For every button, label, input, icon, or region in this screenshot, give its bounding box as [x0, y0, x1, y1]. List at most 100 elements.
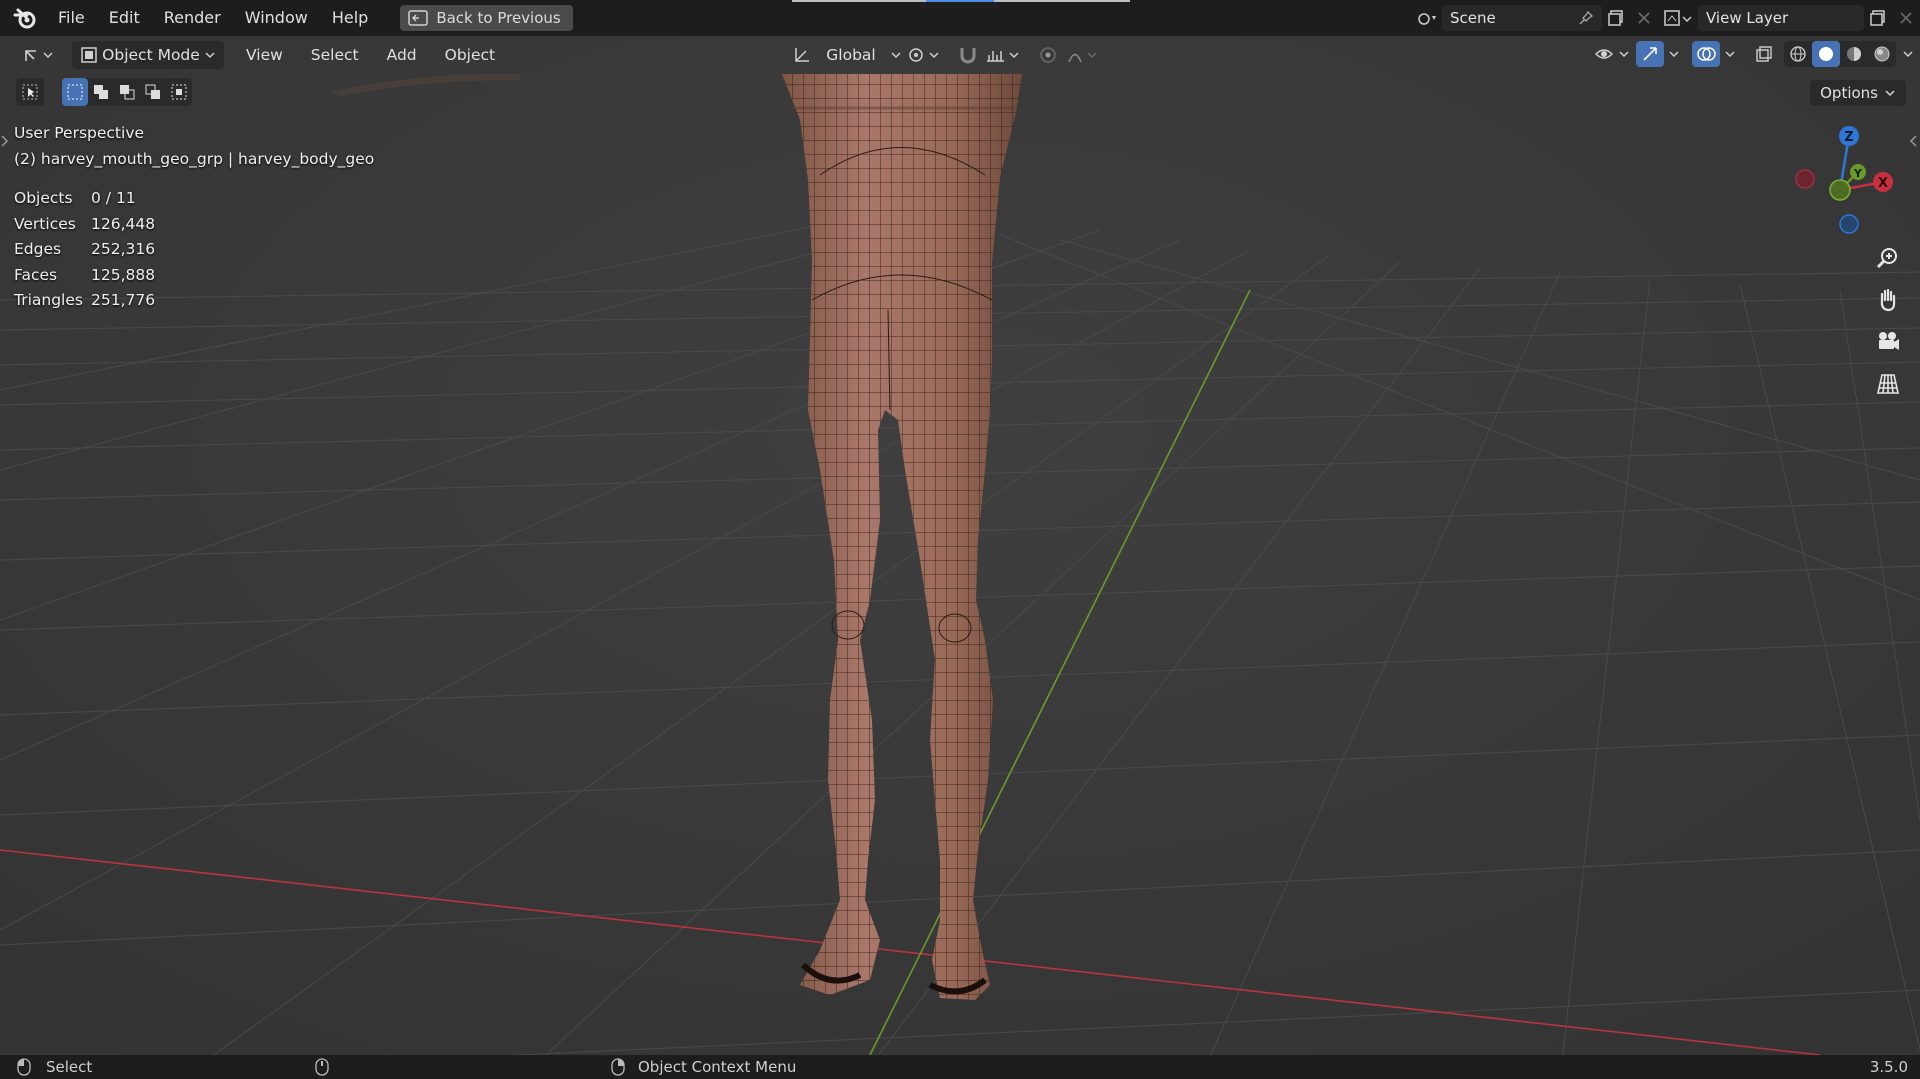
- mouse-middle-icon: [315, 1058, 329, 1076]
- viewport-info: User Perspective (2) harvey_mouth_geo_gr…: [14, 120, 374, 172]
- delete-view-layer-icon[interactable]: [1892, 5, 1920, 31]
- perspective-label: User Perspective: [14, 124, 145, 142]
- selection-mode-group: [62, 78, 192, 106]
- options-dropdown[interactable]: Options: [1810, 80, 1906, 106]
- visibility-icon[interactable]: [1592, 41, 1636, 67]
- mode-extend-icon[interactable]: [88, 78, 114, 106]
- chevron-down-icon[interactable]: [1664, 41, 1684, 67]
- chevron-down-icon[interactable]: [1720, 41, 1740, 67]
- collapse-arrow-icon[interactable]: [1908, 134, 1918, 148]
- chevron-down-icon: [891, 52, 901, 59]
- proportional-edit-icon[interactable]: [1034, 42, 1062, 68]
- blender-logo-icon[interactable]: [12, 5, 38, 31]
- scene-statistics: Objects 0 / 11 Vertices 126,448 Edges 252,3…: [14, 186, 155, 314]
- scene-name: Scene: [1450, 9, 1496, 27]
- stat-value: 126,448: [91, 214, 156, 233]
- scene-type-icon[interactable]: [1414, 5, 1442, 31]
- stat-value: 125,888: [91, 265, 156, 284]
- mouse-left-icon: [17, 1058, 31, 1076]
- back-label: Back to Previous: [436, 9, 561, 27]
- rendered-shading-icon[interactable]: [1868, 41, 1896, 67]
- mode-invert-icon[interactable]: [140, 78, 166, 106]
- material-shading-icon[interactable]: [1840, 41, 1868, 67]
- menu-window[interactable]: Window: [233, 0, 320, 36]
- navigation-gizmo[interactable]: Z Y X: [1788, 120, 1908, 240]
- object-mode-icon: [81, 47, 97, 63]
- menu-render[interactable]: Render: [152, 0, 233, 36]
- active-object-label: (2) harvey_mouth_geo_grp | harvey_body_g…: [14, 150, 375, 168]
- falloff-icon[interactable]: [1064, 42, 1104, 68]
- pan-button[interactable]: [1870, 282, 1906, 318]
- stat-row: Faces 125,888: [14, 263, 155, 289]
- chevron-down-icon: [205, 52, 215, 59]
- mode-intersect-icon[interactable]: [166, 78, 192, 106]
- tool-settings-row: [16, 78, 192, 106]
- editor-type-icon: [25, 50, 53, 61]
- stat-key: Triangles: [14, 291, 83, 309]
- view-layer-field[interactable]: View Layer: [1698, 5, 1864, 31]
- menu-file[interactable]: File: [46, 0, 97, 36]
- menu-add[interactable]: Add: [379, 41, 425, 69]
- gizmo-y-label: Y: [1853, 167, 1863, 180]
- zoom-icon: [1876, 248, 1897, 269]
- mode-subtract-icon[interactable]: [114, 78, 140, 106]
- menu-object[interactable]: Object: [437, 41, 503, 69]
- viewport-display-controls: [1592, 41, 1920, 67]
- shading-mode-group: [1784, 41, 1896, 67]
- mode-select[interactable]: Object Mode: [72, 41, 224, 69]
- scene-field[interactable]: Scene: [1442, 5, 1602, 31]
- viewport-header: Object Mode View Select Add Object Globa…: [0, 36, 1920, 74]
- snap-target-icon[interactable]: [982, 42, 1026, 68]
- stat-row: Vertices 126,448: [14, 212, 155, 238]
- select-tool-button[interactable]: [16, 78, 44, 106]
- wireframe-shading-icon[interactable]: [1784, 41, 1812, 67]
- menu-help[interactable]: Help: [320, 0, 380, 36]
- hand-icon: [1880, 288, 1896, 312]
- mouse-right-icon: [611, 1058, 625, 1076]
- pin-icon[interactable]: [1578, 10, 1594, 26]
- zoom-button[interactable]: [1870, 240, 1906, 276]
- editor-type-button[interactable]: [14, 41, 64, 69]
- camera-view-button[interactable]: [1870, 324, 1906, 360]
- perspective-toggle-button[interactable]: [1870, 366, 1906, 402]
- status-middle-mouse: [314, 1057, 330, 1077]
- top-menu-bar: File Edit Render Window Help Back to Pre…: [0, 0, 1920, 36]
- menu-view[interactable]: View: [238, 41, 291, 69]
- gizmo-x-label: X: [1878, 176, 1888, 191]
- orientation-icon: [795, 48, 809, 62]
- mode-new-icon[interactable]: [62, 78, 88, 106]
- pivot-point-icon[interactable]: [904, 42, 944, 68]
- stat-key: Vertices: [14, 214, 76, 233]
- chevron-down-icon[interactable]: [1896, 41, 1920, 67]
- gizmo-toggle-icon[interactable]: [1636, 41, 1664, 67]
- stat-row: Objects 0 / 11: [14, 186, 155, 212]
- workspace-active-tab-indicator: [926, 0, 994, 2]
- menu-select[interactable]: Select: [303, 41, 367, 69]
- expand-arrow-icon[interactable]: [0, 134, 10, 148]
- snap-toggle-icon[interactable]: [954, 42, 982, 68]
- version-label: 3.5.0: [1869, 1058, 1908, 1076]
- stat-value: 0 / 11: [91, 189, 136, 207]
- view-layer-type-icon[interactable]: [1658, 5, 1698, 31]
- solid-shading-icon[interactable]: [1812, 41, 1840, 67]
- grid-perspective-icon: [1877, 374, 1899, 394]
- camera-icon: [1879, 332, 1899, 350]
- stat-key: Objects: [14, 189, 73, 207]
- overlays-toggle-icon[interactable]: [1692, 41, 1720, 67]
- status-select-hint: Select: [16, 1057, 92, 1077]
- stat-row: Triangles 251,776: [14, 288, 155, 314]
- stat-value: 252,316: [91, 240, 156, 258]
- new-view-layer-icon[interactable]: [1864, 5, 1892, 31]
- options-label: Options: [1820, 84, 1878, 102]
- chevron-down-icon: [1885, 90, 1895, 97]
- menu-edit[interactable]: Edit: [97, 0, 152, 36]
- transform-orientation-select[interactable]: Global: [784, 41, 910, 69]
- new-scene-icon[interactable]: [1602, 5, 1630, 31]
- stat-key: Edges: [14, 240, 62, 258]
- stat-value: 251,776: [91, 291, 156, 309]
- xray-toggle-icon[interactable]: [1750, 41, 1778, 67]
- status-bar: Select Object Context Menu 3.5.0: [0, 1055, 1920, 1079]
- delete-scene-icon[interactable]: [1630, 5, 1658, 31]
- back-to-previous-button[interactable]: Back to Previous: [400, 5, 573, 31]
- orientation-label: Global: [826, 46, 876, 64]
